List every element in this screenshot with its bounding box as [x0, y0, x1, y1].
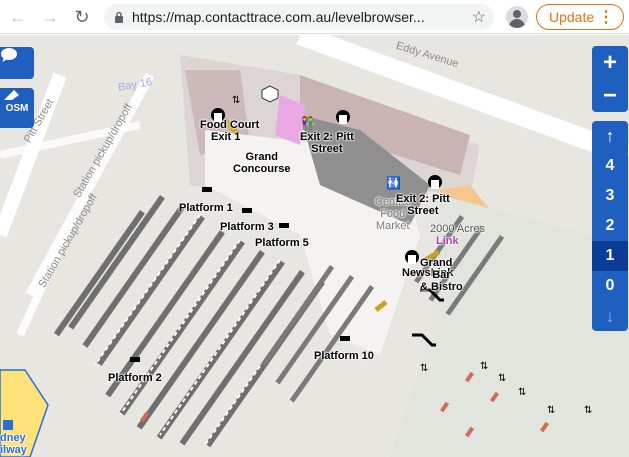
- level-down-button[interactable]: ↓: [592, 301, 628, 331]
- menu-dots-icon[interactable]: ⋮: [598, 7, 614, 27]
- level-selector: ↑ 4 3 2 1 0 ↓: [592, 121, 628, 331]
- level-up-button[interactable]: ↑: [592, 121, 628, 151]
- label-sydney-railway[interactable]: dney ilway: [0, 432, 27, 456]
- svg-text:⇅: ⇅: [518, 387, 526, 398]
- label-platform-1[interactable]: Platform 1: [179, 202, 233, 214]
- level-0-button[interactable]: 0: [592, 271, 628, 301]
- svg-text:⇅: ⇅: [547, 405, 555, 416]
- lock-icon: [115, 11, 123, 23]
- map-background: 👫 🚻 ⇅ ⇅ ⇅ ⇅ ⇅ ⇅ ⇅: [0, 35, 629, 457]
- label-platform-10[interactable]: Platform 10: [314, 350, 374, 362]
- svg-text:⇅: ⇅: [584, 405, 592, 416]
- zoom-in-button[interactable]: +: [592, 46, 628, 79]
- label-exit-2-pitt-street-top[interactable]: Exit 2: Pitt Street: [300, 131, 354, 155]
- svg-text:⇅: ⇅: [498, 373, 506, 384]
- forward-arrow-icon[interactable]: →: [37, 4, 63, 30]
- bookmark-star-icon[interactable]: ☆: [472, 7, 486, 27]
- label-grand-concourse[interactable]: Grand Concourse: [233, 151, 290, 175]
- eraser-icon: [4, 90, 19, 100]
- level-1-button[interactable]: 1: [592, 241, 628, 271]
- browser-toolbar: ← → ↻ https://map.contacttrace.com.au/le…: [0, 0, 629, 34]
- label-platform-3[interactable]: Platform 3: [220, 221, 274, 233]
- svg-text:🚻: 🚻: [386, 176, 401, 190]
- label-2000-acres[interactable]: 2000 Acres: [430, 223, 485, 235]
- map-canvas[interactable]: 👫 🚻 ⇅ ⇅ ⇅ ⇅ ⇅ ⇅ ⇅ Eddy Avenue Pitt Stree…: [0, 35, 629, 457]
- label-exit-2-pitt-street-right[interactable]: Exit 2: Pitt Street: [396, 193, 450, 217]
- reload-icon[interactable]: ↻: [69, 4, 95, 30]
- label-platform-5[interactable]: Platform 5: [255, 237, 309, 249]
- zoom-out-button[interactable]: −: [592, 79, 628, 112]
- osm-button[interactable]: OSM: [0, 88, 34, 128]
- back-arrow-icon[interactable]: ←: [5, 4, 31, 30]
- svg-text:👫: 👫: [300, 116, 315, 130]
- svg-text:⇅: ⇅: [232, 95, 240, 106]
- label-food-court[interactable]: Food Court: [200, 119, 259, 131]
- profile-avatar-icon[interactable]: [506, 6, 528, 28]
- address-bar[interactable]: https://map.contacttrace.com.au/levelbro…: [104, 4, 494, 30]
- osm-label: OSM: [5, 102, 29, 114]
- label-grand-bar-bistro[interactable]: Grand Bar & Bistro: [420, 257, 463, 293]
- url-text: https://map.contacttrace.com.au/levelbro…: [132, 9, 425, 25]
- chat-bubble-icon: [1, 48, 17, 62]
- zoom-control: + −: [592, 46, 628, 112]
- label-link[interactable]: Link: [436, 235, 459, 247]
- level-3-button[interactable]: 3: [592, 181, 628, 211]
- svg-text:⇅: ⇅: [480, 361, 488, 372]
- update-label: Update: [549, 9, 595, 25]
- level-4-button[interactable]: 4: [592, 151, 628, 181]
- label-platform-2[interactable]: Platform 2: [108, 372, 162, 384]
- chat-button[interactable]: [0, 47, 34, 79]
- svg-text:⇅: ⇅: [420, 363, 428, 374]
- update-button[interactable]: Update ⋮: [536, 4, 624, 30]
- label-exit-1[interactable]: Exit 1: [211, 131, 240, 143]
- level-2-button[interactable]: 2: [592, 211, 628, 241]
